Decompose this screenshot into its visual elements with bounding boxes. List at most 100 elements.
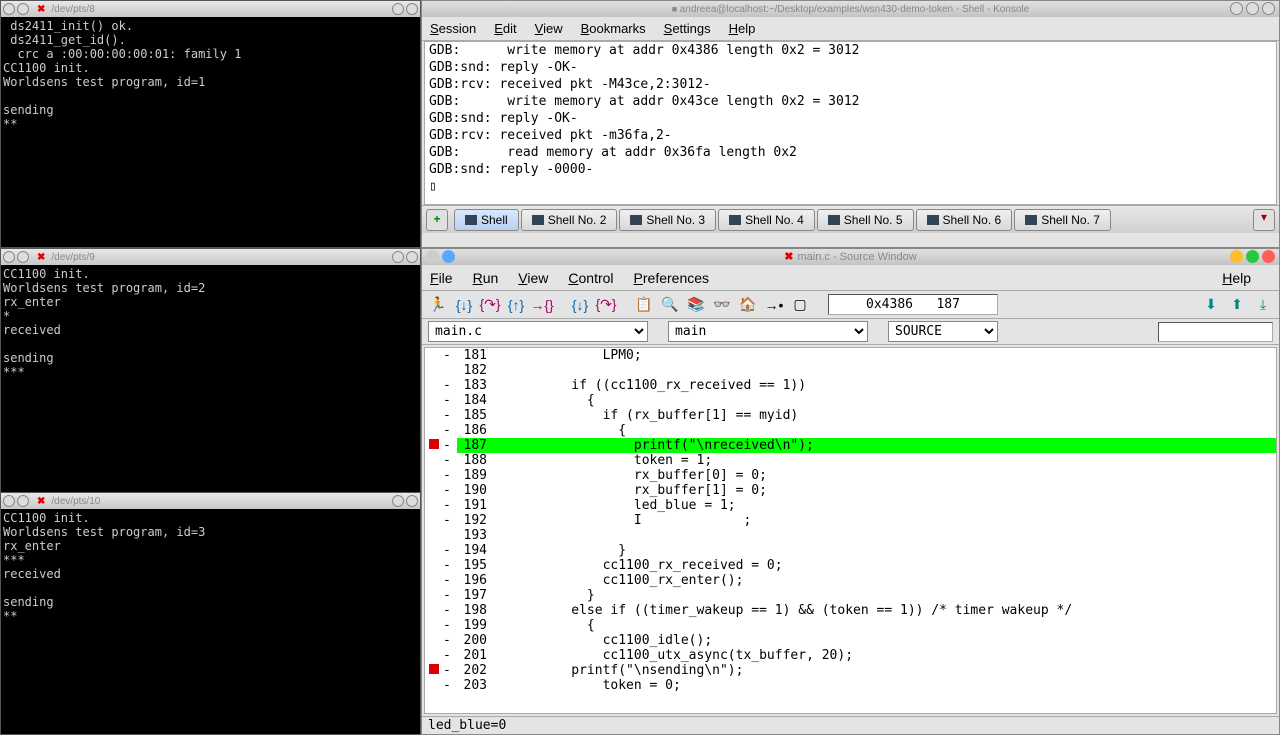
terminal-titlebar[interactable]: ✖ /dev/pts/8 (1, 1, 420, 17)
shell-tab-6[interactable]: Shell No. 6 (916, 209, 1013, 231)
menu-view[interactable]: View (535, 21, 563, 36)
maximize-button[interactable] (406, 495, 418, 507)
konsole-titlebar[interactable]: ■ andreea@localhost:~/Desktop/examples/w… (422, 1, 1279, 17)
shell-tab-7[interactable]: Shell No. 7 (1014, 209, 1111, 231)
code-line[interactable]: -197 } (425, 588, 1276, 603)
code-line[interactable]: -191 led_blue = 1; (425, 498, 1276, 513)
locals-icon[interactable]: 🏠 (738, 295, 758, 315)
step-icon[interactable]: {↓} (454, 295, 474, 315)
next-icon[interactable]: {↷} (480, 295, 500, 315)
nexti-icon[interactable]: {↷} (596, 295, 616, 315)
code-line[interactable]: -181 LPM0; (425, 348, 1276, 363)
window-button[interactable] (3, 251, 15, 263)
code-line[interactable]: -198 else if ((timer_wakeup == 1) && (to… (425, 603, 1276, 618)
stepi-icon[interactable]: {↓} (570, 295, 590, 315)
minimize-button[interactable] (392, 3, 404, 15)
code-line[interactable]: -189 rx_buffer[0] = 0; (425, 468, 1276, 483)
shell-tab-4[interactable]: Shell No. 4 (718, 209, 815, 231)
continue-icon[interactable]: →{} (532, 295, 552, 315)
shell-tab-2[interactable]: Shell No. 2 (521, 209, 618, 231)
search-input[interactable] (1158, 322, 1273, 342)
code-line[interactable]: 182 (425, 363, 1276, 378)
menu-file[interactable]: File (430, 270, 453, 286)
terminal-title: /dev/pts/8 (51, 4, 94, 15)
stack-icon[interactable]: 📚 (686, 295, 706, 315)
source-titlebar[interactable]: ✖main.c - Source Window (422, 249, 1279, 265)
code-line[interactable]: 193 (425, 528, 1276, 543)
maximize-button[interactable] (406, 3, 418, 15)
code-line[interactable]: -188 token = 1; (425, 453, 1276, 468)
file-select[interactable]: main.c (428, 321, 648, 342)
code-line[interactable]: -190 rx_buffer[1] = 0; (425, 483, 1276, 498)
code-line[interactable]: -183 if ((cc1100_rx_received == 1)) (425, 378, 1276, 393)
code-line[interactable]: -184 { (425, 393, 1276, 408)
menu-bookmarks[interactable]: Bookmarks (581, 21, 646, 36)
down-icon[interactable]: ⬇ (1201, 295, 1221, 315)
bottom-icon[interactable]: ⤓ (1253, 295, 1273, 315)
menu-control[interactable]: Control (568, 270, 613, 286)
up-icon[interactable]: ⬆ (1227, 295, 1247, 315)
window-button[interactable] (3, 495, 15, 507)
breakpoint-icon[interactable] (429, 439, 439, 449)
breakpoints-icon[interactable]: →• (764, 295, 784, 315)
menu-help[interactable]: Help (1222, 270, 1251, 286)
menu-settings[interactable]: Settings (664, 21, 711, 36)
code-line[interactable]: -201 cc1100_utx_async(tx_buffer, 20); (425, 648, 1276, 663)
window-button[interactable] (17, 251, 29, 263)
window-button[interactable] (3, 3, 15, 15)
memory-icon[interactable]: 🔍 (660, 295, 680, 315)
menu-help[interactable]: Help (729, 21, 756, 36)
code-line[interactable]: -185 if (rx_buffer[1] == myid) (425, 408, 1276, 423)
maximize-button[interactable] (1246, 2, 1259, 15)
terminal-output[interactable]: CC1100 init. Worldsens test program, id=… (1, 265, 420, 493)
terminal-output[interactable]: ds2411_init() ok. ds2411_get_id(). crc a… (1, 17, 420, 247)
minimize-button[interactable] (392, 495, 404, 507)
minimize-button[interactable] (1230, 2, 1243, 15)
mode-select[interactable]: SOURCE (888, 321, 998, 342)
close-button[interactable] (1262, 2, 1275, 15)
finish-icon[interactable]: {↑} (506, 295, 526, 315)
window-button[interactable] (17, 495, 29, 507)
menu-preferences[interactable]: Preferences (634, 270, 710, 286)
code-line[interactable]: -196 cc1100_rx_enter(); (425, 573, 1276, 588)
menu-run[interactable]: Run (473, 270, 499, 286)
code-line[interactable]: -195 cc1100_rx_received = 0; (425, 558, 1276, 573)
terminal-titlebar[interactable]: ✖ /dev/pts/10 (1, 493, 420, 509)
close-icon: ✖ (37, 496, 45, 507)
source-code-view[interactable]: -181 LPM0; 182-183 if ((cc1100_rx_receiv… (424, 347, 1277, 714)
breakpoint-icon[interactable] (429, 664, 439, 674)
terminal-titlebar[interactable]: ✖ /dev/pts/9 (1, 249, 420, 265)
konsole-output[interactable]: GDB: write memory at addr 0x4386 length … (424, 41, 1277, 205)
shell-tab-3[interactable]: Shell No. 3 (619, 209, 716, 231)
run-icon[interactable]: 🏃 (428, 295, 448, 315)
new-tab-button[interactable]: + (426, 209, 448, 231)
code-line[interactable]: -186 { (425, 423, 1276, 438)
menu-session[interactable]: Session (430, 21, 476, 36)
menu-edit[interactable]: Edit (494, 21, 516, 36)
menu-view[interactable]: View (518, 270, 548, 286)
close-tab-button[interactable]: ▾ (1253, 209, 1275, 231)
terminal-output[interactable]: CC1100 init. Worldsens test program, id=… (1, 509, 420, 734)
close-button[interactable] (1262, 250, 1275, 263)
watch-icon[interactable]: 👓 (712, 295, 732, 315)
code-line[interactable]: -199 { (425, 618, 1276, 633)
shell-tab-5[interactable]: Shell No. 5 (817, 209, 914, 231)
window-button[interactable] (17, 3, 29, 15)
maximize-button[interactable] (1246, 250, 1259, 263)
code-line[interactable]: -202 printf("\nsending\n"); (425, 663, 1276, 678)
maximize-button[interactable] (406, 251, 418, 263)
console-icon[interactable]: ▢ (790, 295, 810, 315)
function-select[interactable]: main (668, 321, 868, 342)
code-line[interactable]: -194 } (425, 543, 1276, 558)
code-line[interactable]: -200 cc1100_idle(); (425, 633, 1276, 648)
code-line[interactable]: -192 I ; (425, 513, 1276, 528)
minimize-button[interactable] (392, 251, 404, 263)
minimize-button[interactable] (1230, 250, 1243, 263)
code-line[interactable]: -187 printf("\nreceived\n"); (425, 438, 1276, 453)
shell-tab-1[interactable]: Shell (454, 209, 519, 231)
terminal-title: /dev/pts/9 (51, 252, 94, 263)
code-line[interactable]: -203 token = 0; (425, 678, 1276, 693)
registers-icon[interactable]: 📋 (634, 295, 654, 315)
window-button[interactable] (442, 250, 455, 263)
window-button[interactable] (426, 250, 439, 263)
